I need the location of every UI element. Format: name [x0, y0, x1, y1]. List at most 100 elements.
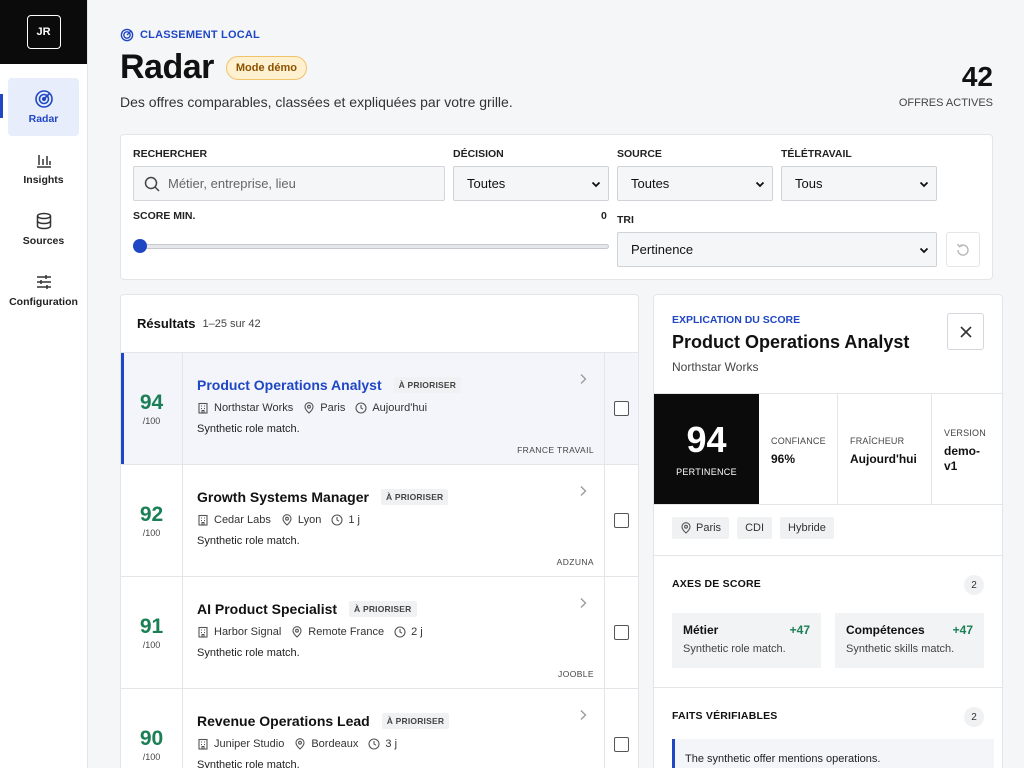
chevron-right-icon[interactable]	[578, 485, 588, 497]
axes-count-badge: 2	[964, 575, 984, 595]
avatar[interactable]: JR	[26, 15, 61, 49]
select-cell	[605, 465, 638, 576]
detail-title: Product Operations Analyst	[672, 332, 910, 352]
radar-icon	[120, 28, 134, 42]
location-meta: Bordeaux	[294, 738, 358, 750]
results-panel: Résultats 1–25 sur 42 94 /100 Product Op…	[120, 294, 639, 768]
remote-select[interactable]: Tous	[781, 166, 937, 201]
chip-label: Paris	[696, 522, 722, 534]
reset-icon	[955, 242, 971, 258]
sidebar-item-insights[interactable]: Insights	[8, 139, 79, 197]
confidence-label: CONFIANCE	[771, 436, 826, 446]
select-checkbox[interactable]	[614, 513, 629, 528]
decision-select[interactable]: Toutes	[453, 166, 609, 201]
score-max: /100	[142, 415, 161, 426]
title-row: Radar Mode démo	[120, 48, 307, 87]
company-meta: Northstar Works	[197, 402, 293, 414]
result-row-3[interactable]: 91 /100 AI Product Specialist À PRIORISE…	[121, 577, 638, 689]
location-name: Remote France	[308, 626, 385, 638]
close-icon	[959, 325, 973, 339]
job-title-link[interactable]: Revenue Operations Lead	[197, 713, 370, 729]
sidebar-item-radar[interactable]: Radar	[0, 78, 79, 136]
relevance-score: 94	[686, 419, 727, 460]
score-value: 91	[139, 614, 164, 638]
location-meta: Paris	[303, 402, 345, 414]
select-checkbox[interactable]	[614, 737, 629, 752]
clock-icon	[394, 626, 406, 638]
freshness-label: FRAÎCHEUR	[850, 436, 905, 446]
slider-thumb[interactable]	[133, 239, 147, 253]
chevron-right-icon[interactable]	[578, 709, 588, 721]
sort-value: Pertinence	[631, 242, 694, 257]
building-icon	[197, 402, 209, 414]
detail-chips: Paris CDI Hybride	[672, 517, 834, 539]
search-label: RECHERCHER	[133, 148, 208, 160]
clock-icon	[355, 402, 367, 414]
score-value: 90	[139, 726, 164, 750]
job-meta: Juniper Studio Bordeaux 3 j	[197, 738, 604, 750]
fact-item: The synthetic offer mentions operations.	[672, 739, 994, 768]
freshness-kpi: FRAÎCHEUR Aujourd'hui	[838, 394, 932, 504]
sidebar-nav: Radar Insights Sources Configuration	[0, 78, 87, 319]
remote-label: TÉLÉTRAVAIL	[781, 148, 852, 160]
map-pin-icon	[680, 522, 692, 534]
detail-eyebrow: EXPLICATION DU SCORE	[672, 314, 801, 326]
job-title-link[interactable]: Growth Systems Manager	[197, 489, 369, 505]
score-cell: 91 /100	[121, 577, 183, 688]
result-row-1[interactable]: 94 /100 Product Operations Analyst À PRI…	[121, 353, 638, 465]
detail-kpis: 94 PERTINENCE CONFIANCE 96% FRAÎCHEUR Au…	[654, 393, 1002, 505]
company-name: Cedar Labs	[214, 514, 271, 526]
search-icon	[144, 176, 160, 192]
company-meta: Cedar Labs	[197, 514, 271, 526]
active-offers-label: OFFRES ACTIVES	[898, 97, 993, 109]
map-pin-icon	[291, 626, 303, 638]
decision-value: Toutes	[467, 176, 506, 191]
map-pin-icon	[303, 402, 315, 414]
company-name: Harbor Signal	[214, 626, 282, 638]
chevron-right-icon[interactable]	[578, 597, 588, 609]
facts-count-badge: 2	[964, 707, 984, 727]
facts-title: FAITS VÉRIFIABLES	[672, 710, 778, 722]
job-title-link[interactable]: Product Operations Analyst	[197, 377, 382, 393]
result-body: Revenue Operations Lead À PRIORISER Juni…	[183, 689, 605, 768]
building-icon	[197, 738, 209, 750]
active-offers-stat: 42 OFFRES ACTIVES	[898, 61, 993, 110]
sidebar-item-sources[interactable]: Sources	[8, 200, 79, 258]
result-body: AI Product Specialist À PRIORISER Harbor…	[183, 577, 605, 688]
sort-select[interactable]: Pertinence	[617, 232, 937, 267]
job-meta: Harbor Signal Remote France 2 j	[197, 626, 604, 638]
version-label: VERSION	[944, 428, 986, 438]
sidebar-item-configuration[interactable]: Configuration	[8, 261, 79, 319]
source-value: Toutes	[631, 176, 670, 191]
location-name: Bordeaux	[311, 738, 359, 750]
score-min-slider[interactable]	[133, 239, 609, 253]
close-detail-button[interactable]	[947, 313, 984, 350]
score-cell: 92 /100	[121, 465, 183, 576]
select-checkbox[interactable]	[614, 625, 629, 640]
source-select[interactable]: Toutes	[617, 166, 773, 201]
map-pin-icon	[281, 514, 293, 526]
chip-label: Hybride	[788, 522, 826, 534]
reset-filters-button[interactable]	[946, 232, 980, 267]
active-offers-count: 42	[961, 61, 993, 92]
detail-company: Northstar Works	[672, 360, 759, 374]
sidebar-item-label: Radar	[28, 113, 59, 125]
search-input[interactable]	[168, 176, 428, 191]
filters-panel: RECHERCHER DÉCISION Toutes SOURCE Toutes…	[120, 134, 993, 280]
score-max: /100	[142, 751, 161, 762]
result-row-4[interactable]: 90 /100 Revenue Operations Lead À PRIORI…	[121, 689, 638, 768]
job-title-link[interactable]: AI Product Specialist	[197, 601, 337, 617]
job-source: JOOBLE	[558, 669, 594, 679]
priority-tag: À PRIORISER	[381, 713, 450, 729]
select-checkbox[interactable]	[614, 401, 629, 416]
job-line: Growth Systems Manager À PRIORISER	[197, 489, 604, 505]
select-cell	[605, 577, 638, 688]
job-line: Revenue Operations Lead À PRIORISER	[197, 713, 604, 729]
chevron-down-icon	[591, 179, 601, 189]
relevance-score-box: 94 PERTINENCE	[654, 394, 759, 504]
database-icon	[34, 211, 54, 231]
result-row-2[interactable]: 92 /100 Growth Systems Manager À PRIORIS…	[121, 465, 638, 577]
page-subtitle: Des offres comparables, classées et expl…	[120, 94, 513, 110]
job-source: ADZUNA	[556, 557, 594, 567]
chevron-right-icon[interactable]	[578, 373, 588, 385]
